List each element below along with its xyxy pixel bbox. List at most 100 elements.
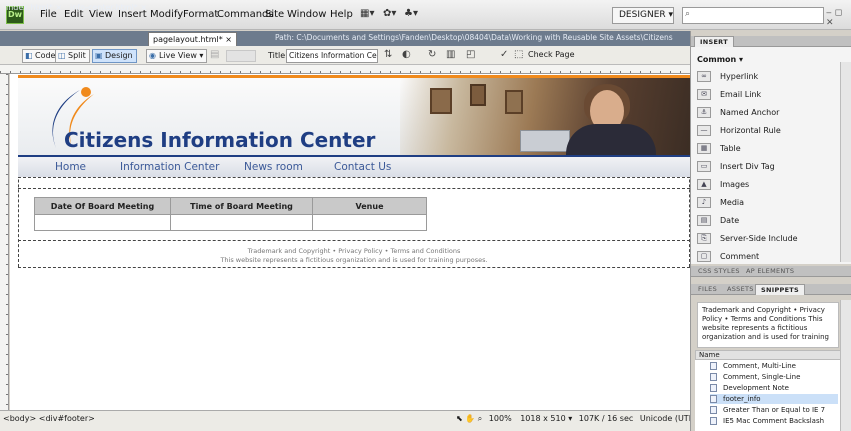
tab-info-center[interactable]: info-center.html* × (66, 1, 151, 15)
check-page-icon[interactable]: ⬚ (514, 49, 523, 60)
download-size: 107K / 16 sec (578, 414, 634, 423)
snippet-icon (710, 362, 717, 370)
insert-date[interactable]: ▤ Date (697, 213, 739, 229)
snippet-label: IE5 Mac Comment Backslash (723, 417, 825, 425)
insert-item-label: Horizontal Rule (720, 126, 781, 135)
table-header[interactable]: Time of Board Meeting (170, 197, 313, 215)
insert-named-anchor[interactable]: ⚓ Named Anchor (697, 105, 779, 121)
snippet-icon (710, 406, 717, 414)
design-icon: ▣ (95, 51, 103, 60)
footer-disclaimer: This website represents a fictitious org… (220, 256, 488, 264)
hand-tool-icon[interactable]: ✋ (465, 414, 475, 423)
inspect-button[interactable] (226, 50, 256, 62)
insert-table[interactable]: ▦ Table (697, 141, 741, 157)
snippet-item[interactable]: Development Note (710, 383, 789, 393)
snippet-icon (710, 373, 717, 381)
insert-category-select[interactable]: Common ▾ (697, 55, 743, 64)
tab-snippets[interactable]: SNIPPETS (755, 284, 806, 295)
table-icon: ▦ (697, 143, 711, 154)
nav-contact-us[interactable]: Contact Us (334, 161, 391, 173)
check-page-button[interactable]: Check Page (528, 50, 575, 59)
search-icon: ⌕ (685, 9, 691, 19)
layout-icon[interactable]: ▦▾ (360, 8, 374, 19)
split-icon: ◫ (58, 51, 66, 60)
tab-ap-elements[interactable]: AP ELEMENTS (741, 266, 799, 277)
comment-icon: ▢ (697, 251, 711, 262)
insert-item-label: Media (720, 198, 745, 207)
search-input[interactable] (682, 7, 824, 24)
tab-assets[interactable]: ASSETS (722, 284, 759, 295)
select-tool-icon[interactable]: ⬉ (456, 414, 463, 423)
code-view-button[interactable]: ◧ Code (22, 49, 60, 63)
menu-format[interactable]: Format (183, 9, 218, 20)
zoom-tool-icon[interactable]: ⌕ (478, 414, 482, 423)
extend-icon[interactable]: ✿▾ (383, 8, 396, 19)
tab-pagelayout[interactable]: pagelayout.html* × (148, 32, 237, 46)
tag-selector[interactable]: <body> <div#footer> (3, 414, 95, 423)
menu-window[interactable]: Window (287, 9, 326, 20)
menu-help[interactable]: Help (330, 9, 353, 20)
tab-css-styles[interactable]: CSS STYLES (693, 266, 745, 277)
snippet-item-selected[interactable]: footer_info (710, 394, 838, 404)
div-outline (18, 188, 690, 189)
insert-panel-scrollbar[interactable] (840, 62, 851, 262)
div-outline (18, 240, 690, 241)
validate-icon[interactable]: ✓ (500, 49, 508, 60)
file-management-icon[interactable]: ⇅ (384, 49, 392, 60)
table-cell[interactable] (34, 214, 171, 231)
snippet-item[interactable]: Greater Than or Equal to IE 7 (710, 405, 825, 415)
page-title-input[interactable]: Citizens Information Center | (286, 49, 378, 63)
insert-images[interactable]: ▲ Images (697, 177, 749, 193)
board-meeting-table[interactable]: Date Of Board Meeting Time of Board Meet… (34, 197, 427, 231)
table-header[interactable]: Date Of Board Meeting (34, 197, 171, 215)
menu-site[interactable]: Site (265, 9, 284, 20)
view-options-icon[interactable]: ◰ (466, 49, 475, 60)
footer-links: Trademark and Copyright • Privacy Policy… (247, 247, 461, 255)
table-cell[interactable] (170, 214, 313, 231)
snippet-item[interactable]: Comment, Multi-Line (710, 361, 796, 371)
insert-email-link[interactable]: ✉ Email Link (697, 87, 761, 103)
table-header[interactable]: Venue (312, 197, 427, 215)
insert-item-label: Images (720, 180, 750, 189)
vertical-ruler (0, 74, 9, 410)
design-view-button[interactable]: ▣ Design (92, 49, 137, 63)
zoom-select[interactable]: 100% (489, 414, 512, 423)
banner-person-body (566, 124, 656, 155)
live-code-icon[interactable]: ▤ (210, 49, 219, 60)
preview-in-browser-icon[interactable]: ◐ (402, 49, 411, 60)
media-icon: ♪ (697, 197, 711, 208)
snippets-scrollbar[interactable] (840, 300, 851, 431)
insert-hyperlink[interactable]: ∞ Hyperlink (697, 69, 758, 85)
insert-item-label: Hyperlink (720, 72, 759, 81)
site-icon[interactable]: ♣▾ (404, 8, 418, 19)
insert-horizontal-rule[interactable]: — Horizontal Rule (697, 123, 781, 139)
window-controls[interactable]: ‒ ◻ ✕ (826, 8, 851, 28)
visual-aids-icon[interactable]: ▥ (446, 49, 455, 60)
insert-comment[interactable]: ▢ Comment (697, 249, 759, 265)
table-cell[interactable] (312, 214, 427, 231)
insert-media[interactable]: ♪ Media (697, 195, 744, 211)
insert-div-tag[interactable]: ▭ Insert Div Tag (697, 159, 775, 175)
snippet-label: Greater Than or Equal to IE 7 (723, 406, 826, 414)
window-size[interactable]: 1018 x 510 ▾ (520, 414, 572, 423)
table-row (34, 214, 427, 231)
insert-item-label: Email Link (720, 90, 762, 99)
menu-modify[interactable]: Modify (150, 9, 183, 20)
tab-index[interactable]: index.html* × (2, 1, 66, 15)
insert-item-label: Comment (720, 252, 760, 261)
div-tag-icon: ▭ (697, 161, 711, 172)
refresh-icon[interactable]: ↻ (428, 49, 436, 60)
snippet-item[interactable]: Comment, Single-Line (710, 372, 800, 382)
insert-server-side-include[interactable]: ⎘ Server-Side Include (697, 231, 798, 247)
snippet-name-header[interactable]: Name (695, 350, 851, 360)
snippet-item[interactable]: IE5 Mac Comment Backslash (710, 416, 824, 426)
tab-files[interactable]: FILES (693, 284, 722, 295)
tab-insert[interactable]: INSERT (694, 36, 734, 47)
nav-information-center[interactable]: Information Center (120, 161, 219, 173)
workspace-switcher[interactable]: DESIGNER ▾ (612, 7, 674, 24)
nav-news-room[interactable]: News room (244, 161, 303, 173)
live-view-button[interactable]: ◉ Live View ▾ (146, 49, 208, 63)
nav-home[interactable]: Home (55, 161, 86, 173)
split-view-button[interactable]: ◫ Split (55, 49, 90, 63)
date-icon: ▤ (697, 215, 711, 226)
